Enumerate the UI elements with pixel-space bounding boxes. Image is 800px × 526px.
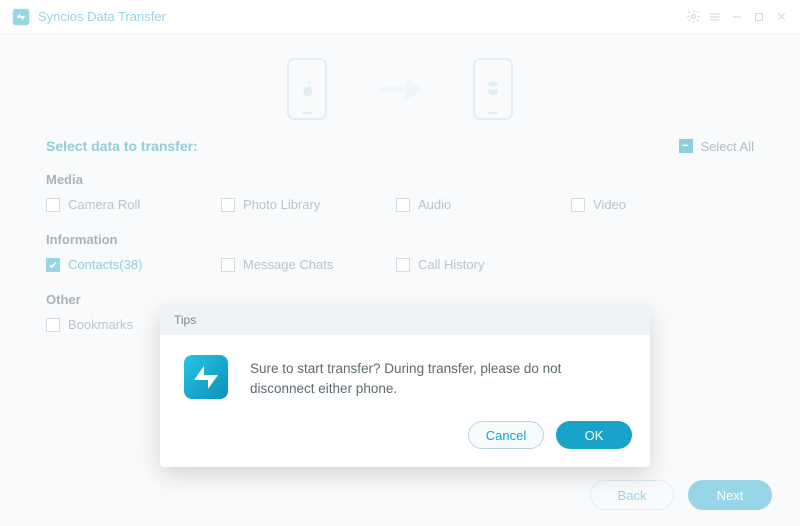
dialog-message: Sure to start transfer? During transfer,… <box>250 353 628 400</box>
cancel-button[interactable]: Cancel <box>468 421 544 449</box>
tips-dialog: Tips Sure to start transfer? During tran… <box>160 305 650 467</box>
dialog-title: Tips <box>160 305 650 335</box>
ok-button[interactable]: OK <box>556 421 632 449</box>
dialog-app-icon <box>182 353 230 401</box>
